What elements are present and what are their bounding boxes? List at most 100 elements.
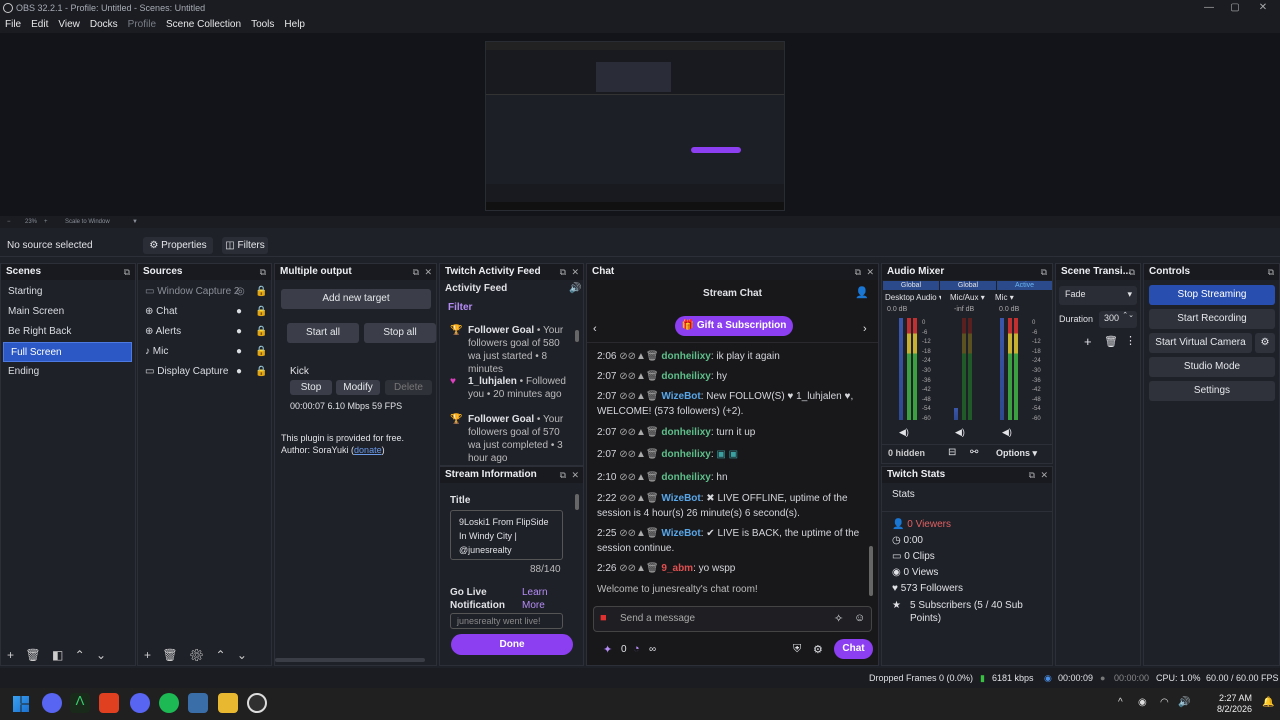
menu-scene-collection[interactable]: Scene Collection bbox=[161, 16, 246, 33]
menu-profile[interactable]: Profile bbox=[123, 16, 161, 33]
filter-icon[interactable]: ◧ bbox=[52, 648, 63, 662]
scene-item[interactable]: Be Right Back bbox=[1, 322, 135, 342]
more-icon[interactable]: ⋮ bbox=[1125, 334, 1136, 347]
virtual-camera-gear-icon[interactable]: ⚙ bbox=[1255, 333, 1275, 353]
prediction-icon[interactable]: ◔ bbox=[633, 643, 640, 655]
chat-send-button[interactable]: Chat bbox=[834, 639, 873, 659]
source-item[interactable]: ⊕ Chat ● 🔒 bbox=[138, 302, 271, 322]
add-icon[interactable]: + bbox=[144, 648, 151, 662]
stop-target-button[interactable]: Stop bbox=[290, 380, 332, 395]
close-icon[interactable]: ✕ bbox=[866, 264, 874, 280]
eye-icon[interactable]: ● bbox=[236, 342, 242, 362]
spotify-icon[interactable] bbox=[159, 693, 179, 713]
chevron-down-icon[interactable]: ▼ bbox=[132, 216, 138, 228]
scrollbar[interactable] bbox=[575, 494, 579, 510]
close-icon[interactable]: ✕ bbox=[1040, 467, 1048, 483]
menu-view[interactable]: View bbox=[53, 16, 85, 33]
lock-icon[interactable]: 🔒 bbox=[255, 282, 267, 302]
filter-link[interactable]: Filter bbox=[448, 302, 472, 313]
eye-icon[interactable]: ● bbox=[236, 322, 242, 342]
lock-icon[interactable]: 🔒 bbox=[255, 342, 267, 362]
add-icon[interactable]: + bbox=[7, 648, 14, 662]
maximize-icon[interactable]: ▢ bbox=[1222, 0, 1248, 16]
float-icon[interactable]: ⧉ bbox=[1029, 467, 1035, 483]
filters-button[interactable]: ◫ Filters bbox=[222, 237, 268, 254]
volume-fader[interactable] bbox=[899, 318, 903, 420]
float-icon[interactable]: ⧉ bbox=[124, 264, 130, 280]
chevron-up-icon[interactable]: ^ bbox=[1118, 697, 1123, 708]
studio-mode-button[interactable]: Studio Mode bbox=[1149, 357, 1275, 377]
channel-name[interactable]: Mic ▾ bbox=[995, 293, 1045, 302]
start-recording-button[interactable]: Start Recording bbox=[1149, 309, 1275, 329]
arrow-up-icon[interactable]: ⌃ bbox=[216, 648, 226, 662]
chat-input[interactable]: ■ Send a message ✧ ☺ bbox=[593, 606, 872, 632]
chat-user[interactable]: donheilixy bbox=[661, 427, 710, 438]
speaker-icon[interactable]: 🔊 bbox=[1178, 697, 1190, 708]
source-item[interactable]: ▭ Display Capture ● 🔒 bbox=[138, 362, 271, 382]
add-target-button[interactable]: Add new target bbox=[281, 289, 431, 309]
eye-icon[interactable]: ● bbox=[236, 362, 242, 382]
discord-icon[interactable] bbox=[42, 693, 62, 713]
zoom-mode[interactable]: Scale to Window bbox=[65, 216, 110, 228]
float-icon[interactable]: ⧉ bbox=[560, 264, 566, 280]
clock[interactable]: 2:27 AM 8/2/2026 bbox=[1210, 693, 1252, 715]
start-all-button[interactable]: Start all bbox=[287, 323, 359, 343]
notepad-icon[interactable] bbox=[188, 693, 208, 713]
link-icon[interactable]: ⚯ bbox=[970, 447, 978, 458]
channel-points-icon[interactable]: ✦ bbox=[603, 643, 612, 656]
chat-user[interactable]: WizeBot bbox=[661, 493, 700, 504]
volume-fader[interactable] bbox=[954, 408, 958, 420]
stop-all-button[interactable]: Stop all bbox=[364, 323, 436, 343]
close-icon[interactable]: ✕ bbox=[571, 264, 579, 280]
users-icon[interactable]: 👤 bbox=[855, 286, 869, 299]
horizontal-scrollbar[interactable] bbox=[275, 658, 425, 662]
settings-button[interactable]: Settings bbox=[1149, 381, 1275, 401]
shield-icon[interactable]: ⛨ bbox=[793, 643, 801, 656]
brave-icon[interactable] bbox=[99, 693, 119, 713]
transition-select[interactable]: Fade ▾ bbox=[1059, 286, 1137, 305]
scene-item[interactable]: Ending bbox=[1, 362, 135, 382]
source-item[interactable]: ♪ Mic ● 🔒 bbox=[138, 342, 271, 362]
lock-icon[interactable]: 🔒 bbox=[255, 302, 267, 322]
start-virtual-camera-button[interactable]: Start Virtual Camera bbox=[1149, 333, 1252, 353]
channel-name[interactable]: Mic/Aux ▾ bbox=[950, 293, 996, 302]
bits-icon[interactable]: ✧ bbox=[834, 612, 843, 625]
emote-icon[interactable]: ☺ bbox=[854, 612, 865, 624]
eye-hidden-icon[interactable]: ◎ bbox=[236, 282, 245, 302]
gear-icon[interactable]: ⚙ bbox=[813, 643, 823, 656]
arrow-up-icon[interactable]: ⌃ bbox=[75, 648, 85, 662]
close-icon[interactable]: ✕ bbox=[571, 467, 579, 483]
lock-icon[interactable]: 🔒 bbox=[255, 322, 267, 342]
arrow-down-icon[interactable]: ⌄ bbox=[96, 648, 106, 662]
scene-item[interactable]: Starting bbox=[1, 282, 135, 302]
obs-icon[interactable] bbox=[247, 693, 267, 713]
mixer-options-button[interactable]: Options ▾ bbox=[996, 448, 1037, 459]
volume-icon[interactable]: ◀) bbox=[955, 427, 965, 438]
hide-icon[interactable]: ⊟ bbox=[948, 447, 956, 458]
source-item[interactable]: ▭ Window Capture 2 ◎ 🔒 bbox=[138, 282, 271, 302]
duration-input[interactable]: 300 ⌃⌄ bbox=[1099, 311, 1137, 328]
scrollbar[interactable] bbox=[575, 330, 579, 342]
chevron-left-icon[interactable]: ‹ bbox=[593, 323, 597, 335]
trash-icon[interactable]: 🗑 bbox=[25, 648, 40, 662]
arrow-down-icon[interactable]: ⌄ bbox=[237, 648, 247, 662]
learn-more-link[interactable]: Learn More bbox=[522, 586, 562, 612]
eye-icon[interactable]: ● bbox=[236, 302, 242, 322]
volume-icon[interactable]: ◀) bbox=[1002, 427, 1012, 438]
notification-icon[interactable]: 🔔 bbox=[1262, 697, 1274, 708]
chat-user[interactable]: WizeBot bbox=[661, 528, 700, 539]
wifi-icon[interactable]: ◠ bbox=[1160, 697, 1169, 708]
minimize-icon[interactable]: — bbox=[1196, 0, 1222, 16]
trash-icon[interactable]: 🗑 bbox=[162, 648, 177, 662]
title-input[interactable]: 9Loski1 From FlipSide In Windy City | @j… bbox=[450, 510, 563, 560]
menu-tools[interactable]: Tools bbox=[246, 16, 279, 33]
chat-scrollbar[interactable] bbox=[869, 546, 873, 596]
chat-user[interactable]: WizeBot bbox=[661, 391, 700, 402]
gear-icon[interactable]: ⚙ bbox=[189, 648, 204, 662]
notification-input[interactable]: junesrealty went live! bbox=[450, 613, 563, 629]
chat-user[interactable]: donheilixy bbox=[661, 351, 710, 362]
float-icon[interactable]: ⧉ bbox=[413, 264, 419, 280]
float-icon[interactable]: ⧉ bbox=[1129, 264, 1135, 280]
chat-user[interactable]: donheilixy bbox=[661, 371, 710, 382]
close-icon[interactable]: ✕ bbox=[1250, 0, 1276, 16]
